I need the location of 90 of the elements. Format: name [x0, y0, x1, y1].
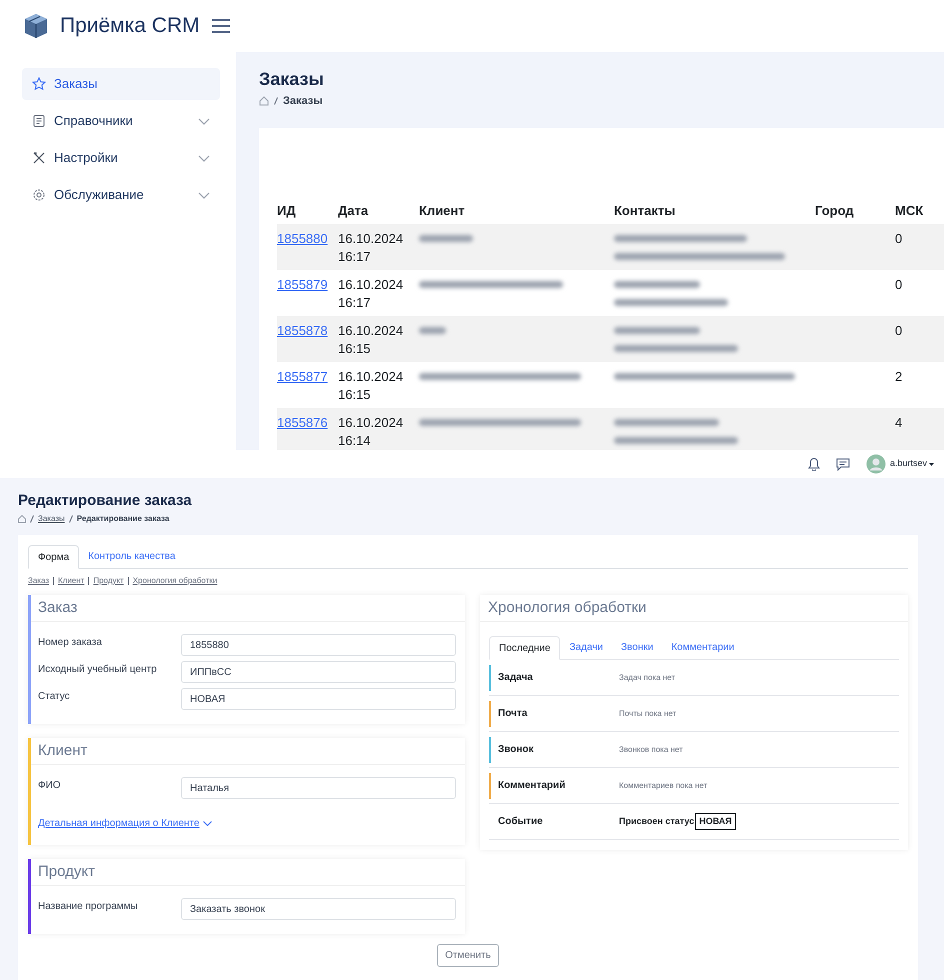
sidebar-item[interactable]: Обслуживание — [22, 179, 220, 211]
column-header: ИД — [277, 202, 297, 220]
star-icon — [32, 77, 46, 91]
time-text: 16:17 — [338, 248, 372, 266]
cancel-button[interactable]: Отменить — [437, 944, 499, 967]
field-label: Исходный учебный центр — [38, 663, 158, 677]
tab[interactable]: Форма — [28, 545, 80, 569]
input-field[interactable]: Наталья — [181, 777, 456, 799]
field-label: Статус — [38, 690, 71, 704]
input-field[interactable]: 1855880 — [181, 634, 456, 656]
section-title: Продукт — [31, 859, 465, 886]
order-id-link[interactable]: 1855879 — [277, 277, 328, 292]
caret-icon — [929, 462, 934, 466]
order-id-link[interactable]: 1855877 — [277, 369, 328, 384]
section-title: Заказ — [31, 595, 465, 622]
empty-state-text: Комментариев пока нет — [619, 780, 708, 792]
table-cell-text: 0 — [895, 230, 904, 248]
order-id-link[interactable]: 1855878 — [277, 323, 328, 338]
slash-separator-icon — [68, 515, 73, 523]
field-label: Название программы — [38, 900, 139, 914]
field-label: Номер заказа — [38, 636, 103, 650]
time-text: 16:14 — [338, 432, 372, 450]
tab[interactable]: Звонки — [612, 635, 662, 659]
tab[interactable]: Задачи — [560, 635, 612, 659]
user-menu-button[interactable]: a.burtsev — [890, 457, 934, 471]
blurred-text — [419, 235, 473, 242]
avatar-icon — [866, 454, 886, 474]
tools-icon — [32, 151, 46, 165]
date-text: 16.10.2024 — [338, 322, 404, 340]
gear-icon — [32, 188, 46, 202]
empty-state-text: Задач пока нет — [619, 672, 676, 684]
input-field[interactable]: ИППвСС — [181, 661, 456, 683]
page-title: Редактирование заказа — [18, 492, 193, 510]
row-label: Комментарий — [498, 779, 566, 793]
anchor-link[interactable]: Хронология обработки — [132, 575, 218, 587]
table-cell-text: 4 — [895, 414, 904, 432]
column-header: Клиент — [419, 202, 466, 220]
anchor-link[interactable]: Продукт — [93, 575, 124, 587]
tab[interactable]: Контроль качества — [79, 544, 184, 568]
input-field[interactable]: Заказать звонок — [181, 898, 456, 920]
bell-icon[interactable] — [808, 457, 820, 471]
column-header: Город — [815, 202, 855, 220]
breadcrumb-link[interactable]: Заказы — [38, 513, 65, 525]
breadcrumb-item: Заказы — [283, 94, 323, 109]
sidebar-item[interactable]: Настройки — [22, 142, 220, 174]
row-label: Звонок — [498, 743, 535, 757]
sidebar-item[interactable]: Справочники — [22, 105, 220, 137]
input-field[interactable]: НОВАЯ — [181, 688, 456, 710]
date-text: 16.10.2024 — [338, 414, 404, 432]
table-cell-text: 2 — [895, 368, 904, 386]
column-header: Дата — [338, 202, 370, 220]
status-badge: НОВАЯ — [695, 812, 736, 830]
slash-separator-icon — [30, 515, 34, 523]
event-text: Присвоен статус — [619, 814, 694, 828]
row-label: Почта — [498, 707, 528, 721]
date-text: 16.10.2024 — [338, 276, 404, 294]
empty-state-text: Звонков пока нет — [619, 744, 683, 756]
empty-state-text: Почты пока нет — [619, 708, 676, 720]
box-logo-icon — [22, 12, 50, 40]
anchor-link[interactable]: Клиент — [58, 575, 84, 587]
time-text: 16:17 — [338, 294, 372, 312]
date-text: 16.10.2024 — [338, 230, 404, 248]
section-title: Клиент — [31, 738, 465, 765]
column-header: Контакты — [614, 202, 676, 220]
table-cell-text: 0 — [895, 276, 904, 294]
row-label: Задача — [498, 671, 534, 685]
order-id-link[interactable]: 1855876 — [277, 415, 328, 430]
date-text: 16.10.2024 — [338, 368, 404, 386]
client-details-link[interactable]: Детальная информация о Клиенте — [38, 816, 212, 831]
section-title: Хронология обработки — [480, 595, 908, 622]
row-label: Событие — [498, 815, 544, 829]
menu-icon[interactable] — [212, 19, 230, 33]
list-icon — [32, 114, 46, 128]
column-header: МСК — [895, 202, 924, 220]
anchor-link[interactable]: Заказ — [28, 575, 49, 587]
chevron-down-icon — [203, 821, 212, 826]
slash-separator-icon — [274, 97, 278, 105]
blurred-text — [419, 327, 446, 334]
field-label: ФИО — [38, 779, 62, 793]
chat-icon[interactable] — [836, 458, 850, 470]
table-cell-text: 0 — [895, 322, 904, 340]
page-title: Заказы — [259, 68, 325, 90]
breadcrumb-item: Редактирование заказа — [76, 513, 170, 525]
app-title: Приёмка CRM — [60, 13, 200, 40]
order-id-link[interactable]: 1855880 — [277, 231, 328, 246]
tab[interactable]: Последние — [489, 636, 560, 660]
tab[interactable]: Комментарии — [662, 635, 744, 659]
time-text: 16:15 — [338, 386, 372, 404]
sidebar-item[interactable]: Заказы — [22, 68, 220, 100]
time-text: 16:15 — [338, 340, 372, 358]
